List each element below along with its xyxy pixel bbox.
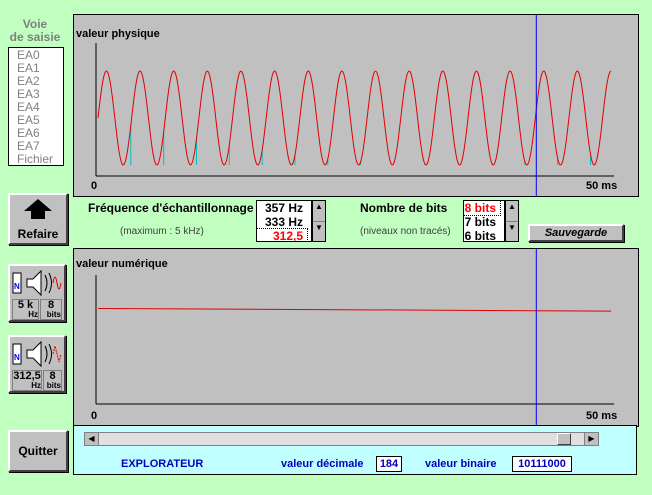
bits-label: Nombre de bits [360, 201, 448, 215]
refaire-label: Refaire [17, 227, 59, 241]
freq-option[interactable]: 333 Hz [257, 215, 307, 229]
voie-title-line2: de saisie [9, 30, 61, 44]
spin-up-icon[interactable]: ▲ [313, 201, 325, 222]
preset-2-bits: 8 bits [43, 370, 62, 391]
save-label: Sauvegarde [544, 227, 608, 239]
freq-spinner[interactable]: ▲ ▼ [312, 200, 326, 242]
bits-note: (niveaux non tracés) [360, 226, 451, 237]
decimal-value: 184 [376, 456, 402, 472]
explorer-label: EXPLORATEUR [121, 458, 204, 470]
freq-option[interactable]: 357 Hz [257, 201, 307, 215]
binary-label: valeur binaire [425, 458, 497, 470]
bottom-x-start-label: 0 [91, 410, 97, 422]
freq-label: Fréquence d'échantillonnage [88, 201, 254, 215]
spin-up-icon[interactable]: ▲ [506, 201, 518, 222]
top-signal-line [97, 70, 612, 166]
voie-item[interactable]: Fichier [17, 153, 63, 166]
freq-max-note: (maximum : 5 kHz) [120, 226, 204, 237]
spin-down-icon[interactable]: ▼ [313, 222, 325, 242]
scroll-right-icon[interactable]: ▶ [584, 433, 598, 445]
preset-1-rate-unit: Hz [28, 310, 38, 319]
preset-1-bits-unit: bits [46, 310, 61, 319]
binary-value: 10111000 [512, 456, 572, 472]
top-graph-panel: valeur physique 0 50 ms [73, 14, 639, 197]
quit-label: Quitter [18, 444, 58, 458]
preset-1-rate: 5 k Hz [12, 299, 39, 320]
up-arrow-icon [24, 199, 52, 219]
bits-list[interactable]: 8 bits 7 bits 6 bits [463, 200, 505, 242]
preset-2-rate-unit: Hz [31, 381, 41, 390]
scroll-left-icon[interactable]: ◀ [85, 433, 99, 445]
svg-text:N: N [14, 282, 20, 291]
voie-title: Voie de saisie [8, 18, 62, 44]
bottom-graph-panel: valeur numérique 0 50 ms [73, 248, 639, 427]
spin-down-icon[interactable]: ▼ [506, 222, 518, 242]
svg-text:N: N [14, 353, 20, 362]
explorer-scrollbar[interactable]: ◀ ▶ [84, 432, 599, 446]
refaire-button[interactable]: Refaire [8, 193, 68, 245]
bottom-graph: valeur numérique 0 50 ms [76, 249, 617, 426]
quit-button[interactable]: Quitter [8, 430, 68, 472]
speaker-wave-icon: N [12, 269, 62, 297]
explorer-panel: ◀ ▶ EXPLORATEUR valeur décimale 184 vale… [73, 425, 637, 475]
speaker-sampled-icon: N [12, 340, 62, 368]
bits-option[interactable]: 7 bits [464, 215, 500, 229]
bottom-signal-line [97, 308, 612, 312]
voie-list[interactable]: EA0 EA1 EA2 EA3 EA4 EA5 EA6 EA7 Fichier [8, 47, 64, 166]
top-graph: valeur physique 0 50 ms [76, 15, 617, 196]
bits-spinner[interactable]: ▲ ▼ [505, 200, 519, 242]
bottom-x-end-label: 50 ms [586, 410, 617, 422]
freq-list[interactable]: 357 Hz333 Hz312,5 Hz [256, 200, 312, 242]
bottom-graph-title: valeur numérique [76, 258, 168, 270]
bits-option[interactable]: 8 bits [464, 201, 501, 216]
scroll-thumb[interactable] [556, 433, 571, 445]
save-button[interactable]: Sauvegarde [528, 224, 624, 242]
top-x-end-label: 50 ms [586, 180, 617, 192]
preset-button-2[interactable]: N 312,5 Hz 8 bits [8, 335, 66, 393]
bits-option[interactable]: 6 bits [464, 229, 500, 241]
preset-2-rate: 312,5 Hz [12, 370, 42, 391]
preset-button-1[interactable]: N 5 k Hz 8 bits [8, 264, 66, 322]
top-graph-title: valeur physique [76, 28, 160, 40]
decimal-label: valeur décimale [281, 458, 364, 470]
top-x-start-label: 0 [91, 180, 97, 192]
preset-2-bits-unit: bits [46, 381, 61, 390]
freq-option[interactable]: 312,5 Hz [257, 228, 308, 241]
preset-1-bits: 8 bits [40, 299, 62, 320]
